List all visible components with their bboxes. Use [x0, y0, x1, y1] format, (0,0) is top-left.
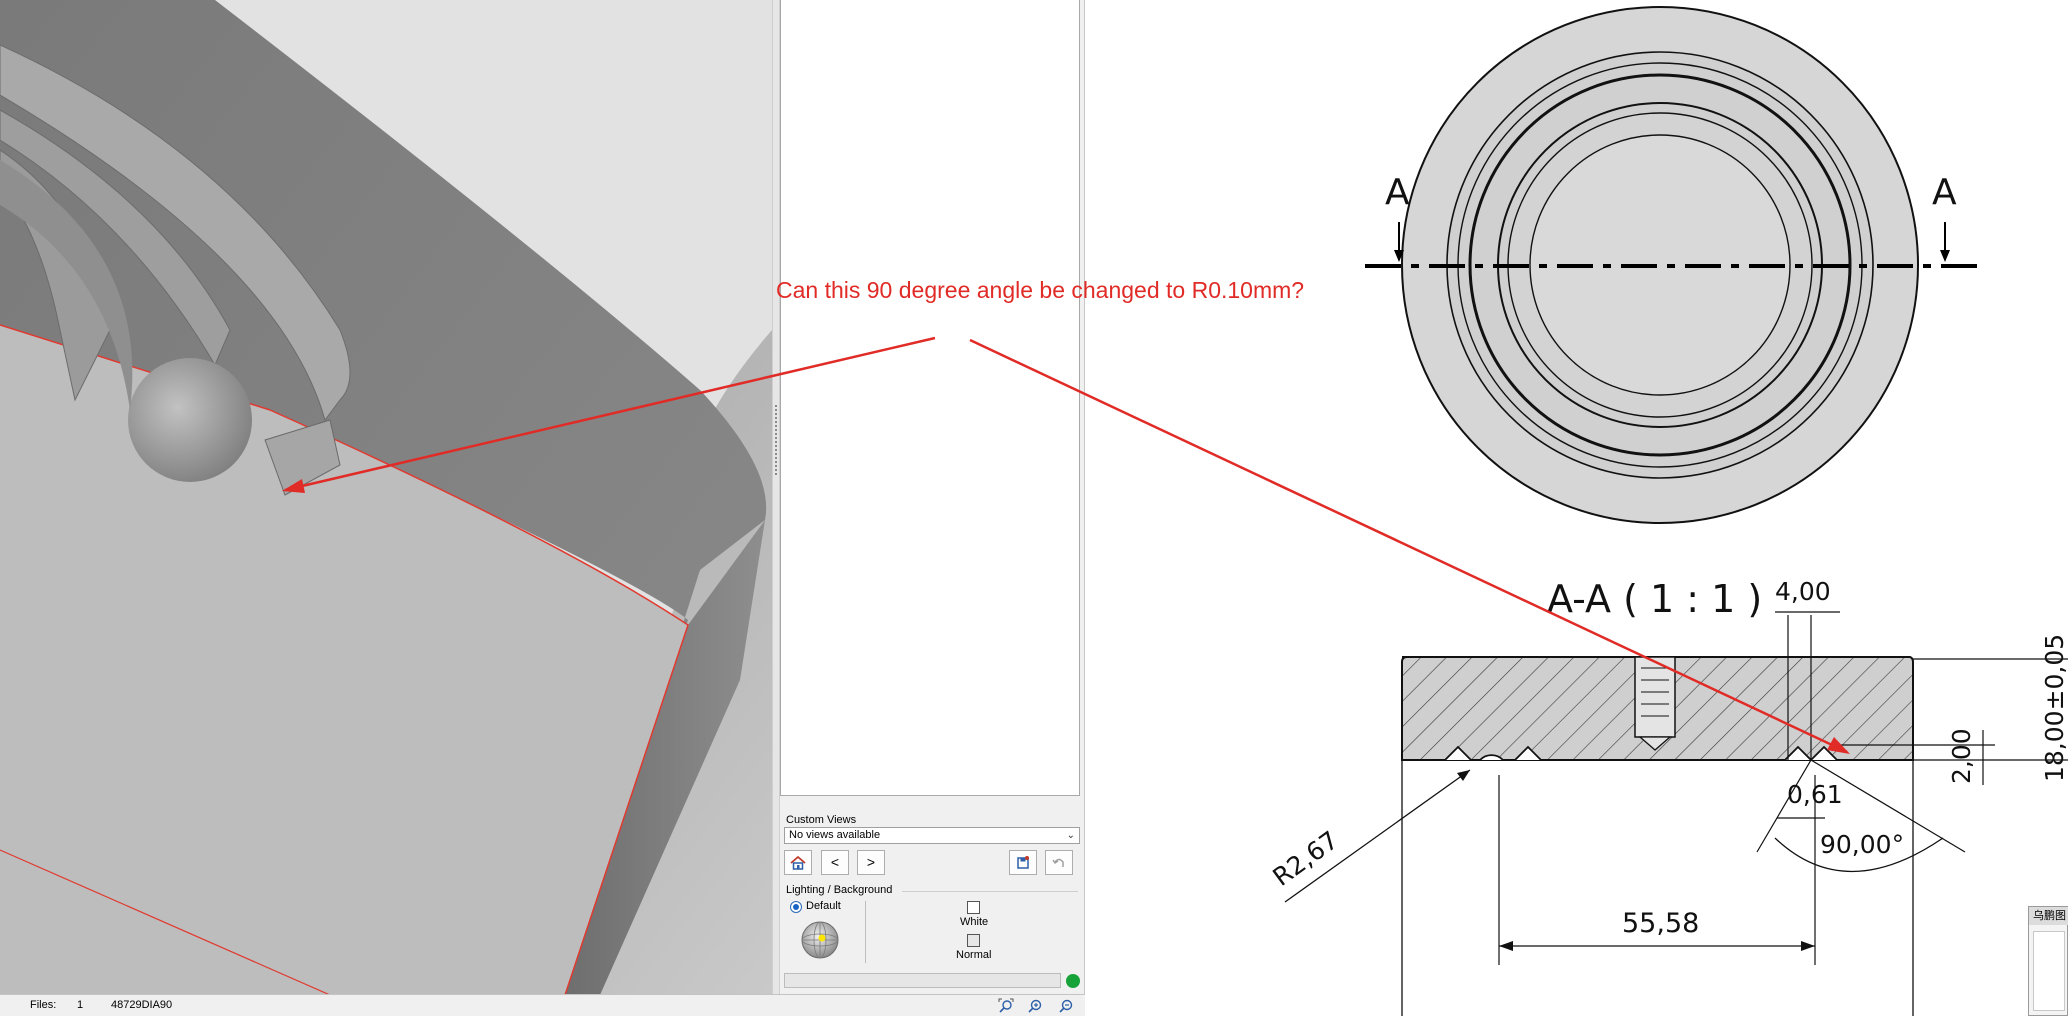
status-bar: Files: 1 48729DIA90 — [0, 994, 1085, 1016]
progress-bar — [784, 973, 1061, 988]
default-lighting-radio[interactable] — [790, 901, 802, 913]
dim-arrow — [1499, 941, 1513, 951]
status-indicator-icon — [1066, 974, 1080, 988]
normal-background-checkbox[interactable] — [967, 934, 980, 947]
ime-widget-title: 乌鹏图 — [2029, 907, 2068, 925]
files-label: Files: — [30, 999, 57, 1011]
radius-arrow — [1457, 770, 1470, 781]
zoom-in-icon[interactable] — [1027, 998, 1043, 1014]
dim-4: 4,00 — [1775, 577, 1831, 606]
home-icon — [790, 855, 806, 870]
files-count: 1 — [77, 999, 84, 1011]
custom-views-label: Custom Views — [786, 814, 857, 826]
environment-sphere-icon[interactable] — [800, 920, 840, 960]
default-lighting-label: Default — [806, 900, 841, 912]
side-panel: Custom Views No views available ⌄ < > Li… — [780, 0, 1085, 994]
dim-arrow — [1801, 941, 1815, 951]
3d-viewport[interactable] — [0, 0, 772, 994]
ime-widget-body — [2033, 931, 2065, 1011]
zoom-fit-icon[interactable] — [998, 998, 1014, 1014]
undo-icon — [1052, 858, 1064, 867]
section-label-right: A — [1932, 172, 1957, 213]
white-background-label: White — [960, 916, 989, 928]
dim-2: 2,00 — [1947, 728, 1976, 784]
custom-views-select-value: No views available — [789, 829, 881, 841]
tapped-hole — [1634, 656, 1676, 738]
save-view-button[interactable] — [1009, 850, 1037, 875]
dim-5558: 55,58 — [1622, 908, 1699, 939]
white-background-checkbox[interactable] — [967, 901, 980, 914]
groove-bulb — [128, 358, 252, 482]
annotation-text: Can this 90 degree angle be changed to R… — [776, 277, 1305, 303]
dim-angle: 90,00° — [1820, 830, 1904, 859]
lighting-divider — [865, 901, 866, 963]
technical-drawing: A A A-A ( 1 : 1 ) 4,00 2,00 18,00±0,05 0… — [1085, 0, 2068, 1016]
group-divider — [902, 891, 1078, 892]
custom-views-select[interactable]: No views available ⌄ — [784, 827, 1080, 844]
lighting-background-group: Lighting / Background Default White Norm… — [782, 884, 1080, 967]
file-name: 48729DIA90 — [111, 999, 173, 1011]
ime-widget[interactable]: 乌鹏图 — [2028, 906, 2068, 1016]
section-arrow-right-head — [1940, 250, 1950, 262]
top-view: A A — [1365, 6, 1978, 524]
zoom-out-icon[interactable] — [1058, 998, 1074, 1014]
dim-height: 18,00±0,05 — [2040, 634, 2068, 782]
section-view: A-A ( 1 : 1 ) 4,00 2,00 18,00±0,05 0,61 — [1267, 577, 2068, 1016]
view-list[interactable] — [780, 0, 1080, 796]
save-view-icon — [1017, 856, 1029, 869]
splitter-grip[interactable] — [775, 405, 777, 475]
panel-splitter[interactable] — [772, 0, 780, 994]
section-label-left: A — [1385, 172, 1410, 213]
dim-radius: R2,67 — [1267, 825, 1343, 891]
next-view-button[interactable]: > — [857, 850, 885, 875]
lighting-background-title: Lighting / Background — [786, 884, 893, 896]
home-view-button[interactable] — [784, 850, 812, 875]
section-title: A-A ( 1 : 1 ) — [1547, 577, 1762, 621]
chevron-down-icon: ⌄ — [1066, 830, 1075, 841]
previous-view-button[interactable]: < — [821, 850, 849, 875]
normal-background-label: Normal — [956, 949, 992, 961]
revert-view-button[interactable] — [1045, 850, 1073, 875]
